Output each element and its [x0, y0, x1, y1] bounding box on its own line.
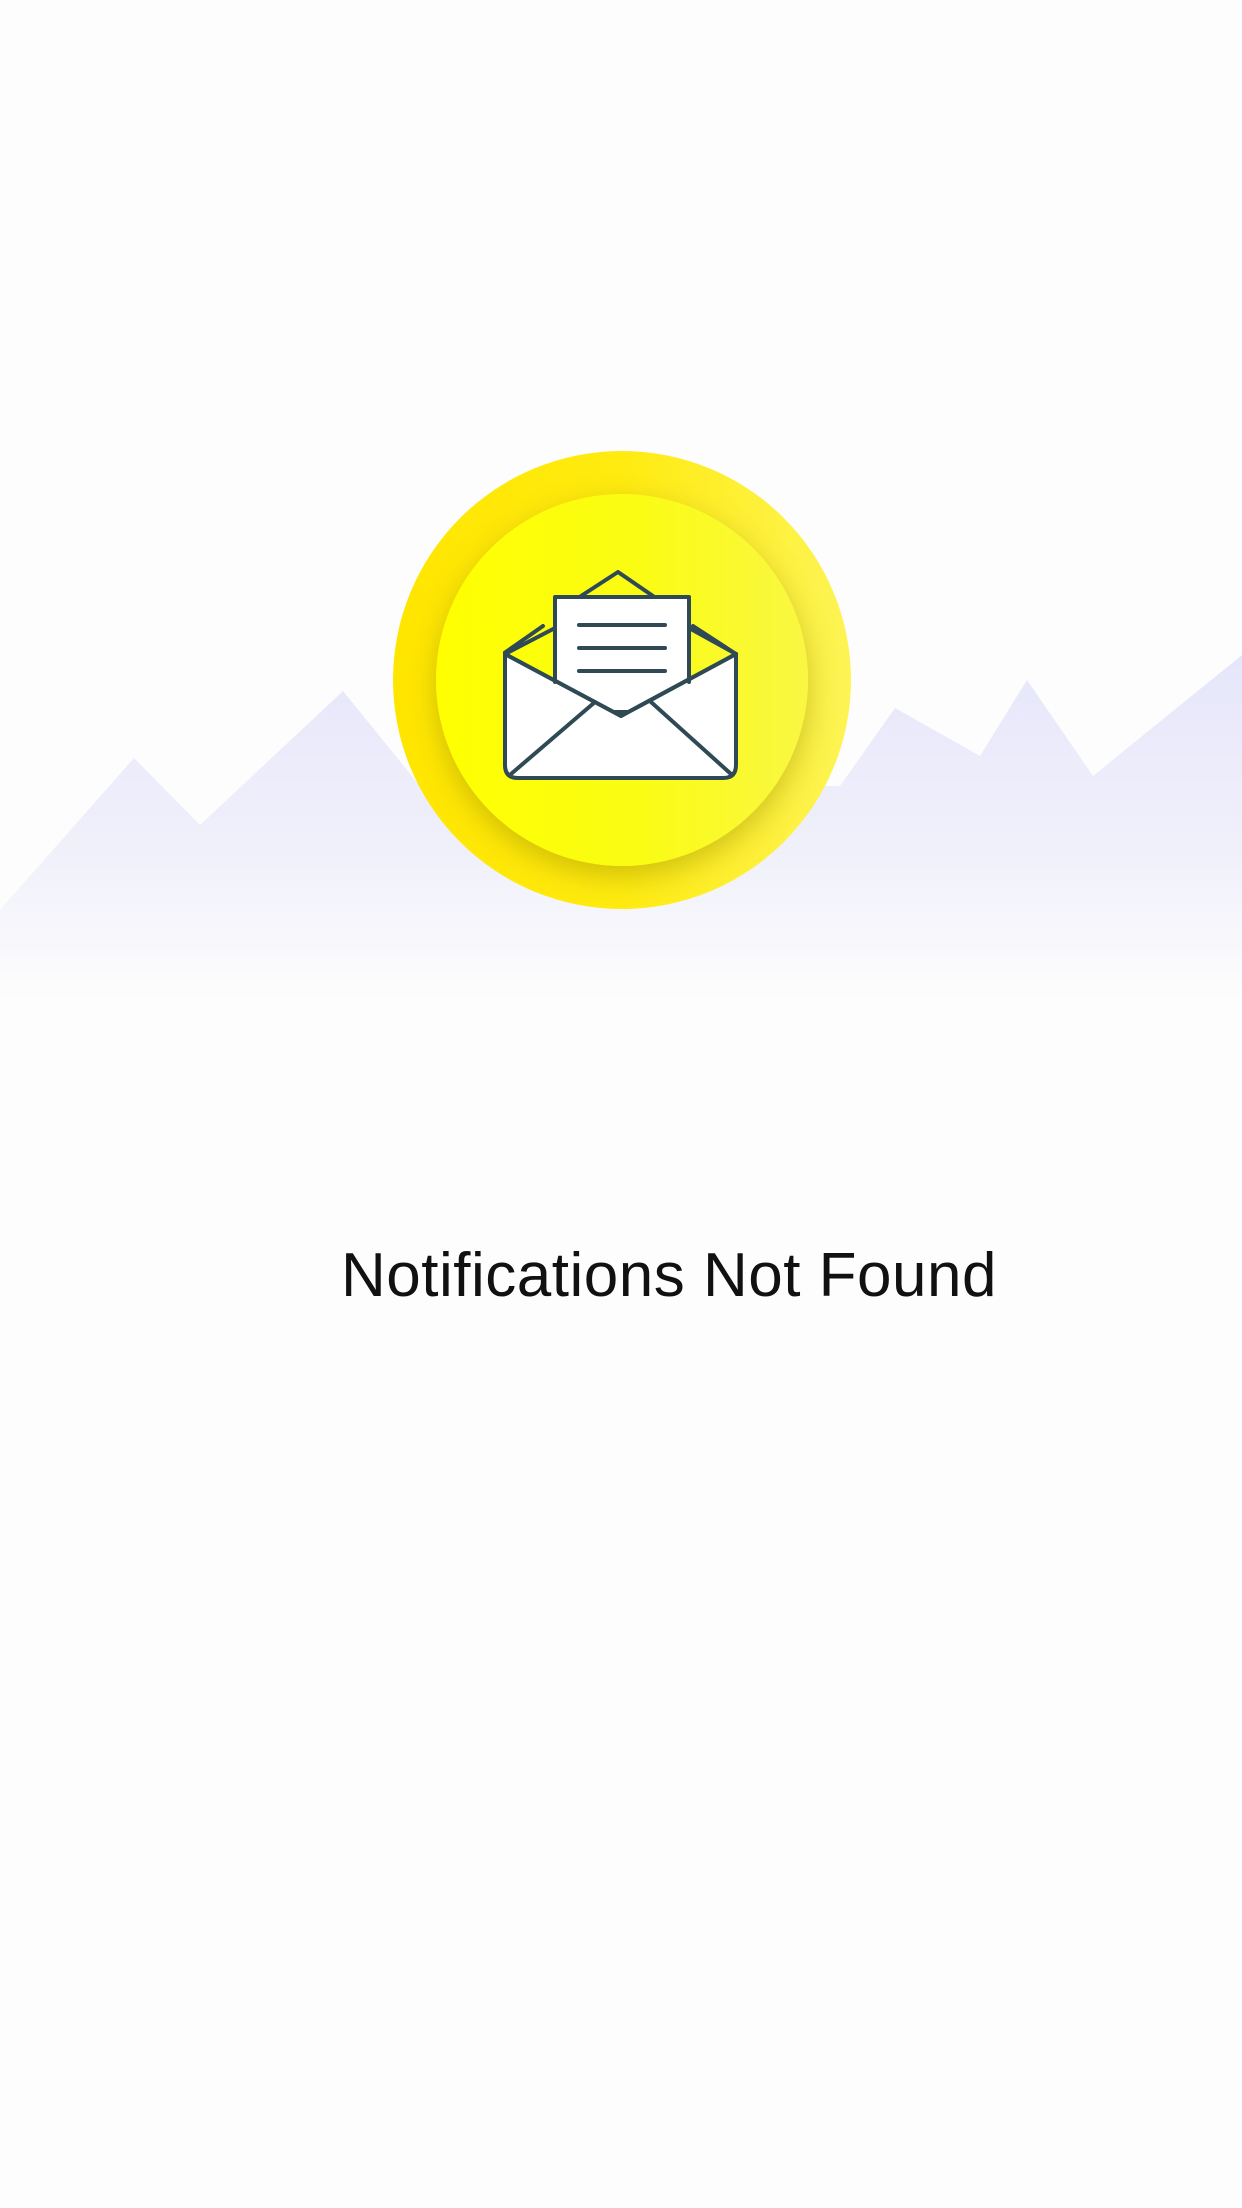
empty-state-title: Notifications Not Found: [341, 1241, 997, 1310]
open-envelope-icon: [503, 570, 738, 780]
notifications-screen: Notifications Not Found: [0, 0, 1242, 2208]
